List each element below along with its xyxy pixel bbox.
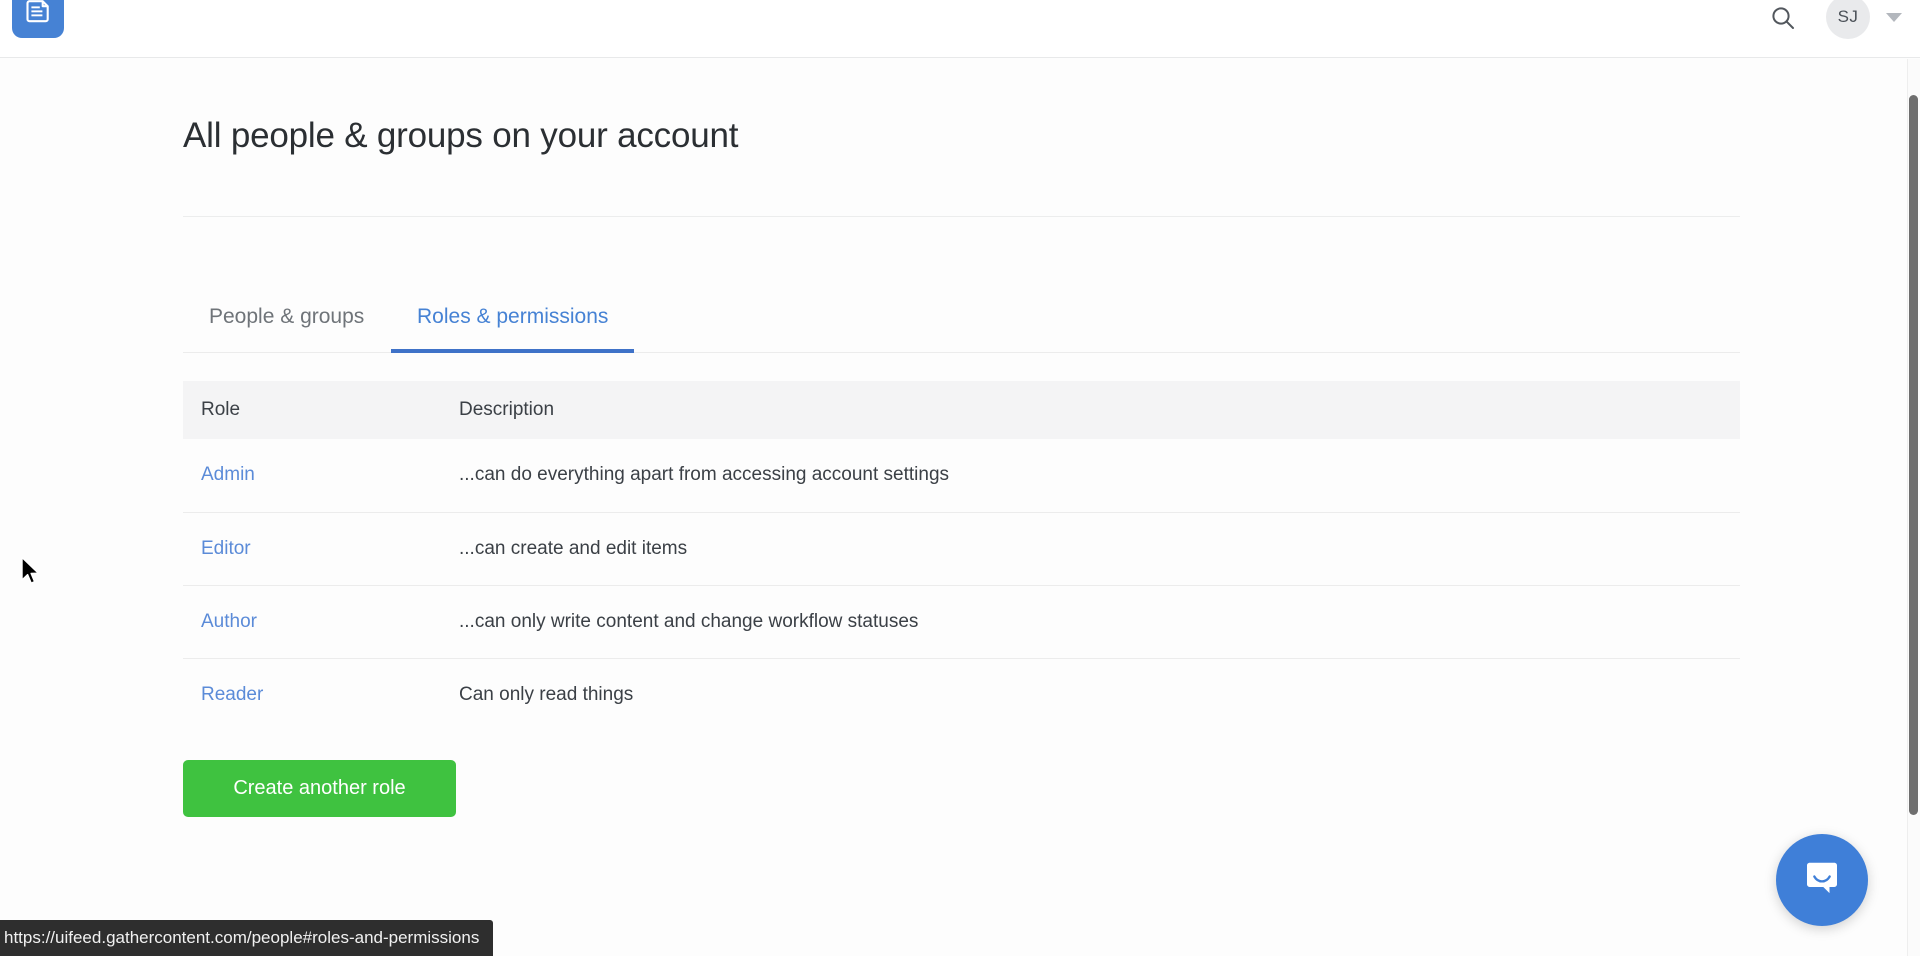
app-header: SJ xyxy=(0,0,1920,58)
scrollbar-thumb[interactable] xyxy=(1909,95,1918,815)
table-row: Reader Can only read things xyxy=(183,658,1740,731)
search-button[interactable] xyxy=(1768,5,1798,35)
cell-role: Admin xyxy=(183,439,441,513)
cell-description: ...can create and edit items xyxy=(441,512,1740,586)
avatar: SJ xyxy=(1826,0,1870,39)
cell-role: Author xyxy=(183,585,441,659)
app-logo[interactable] xyxy=(12,0,64,38)
vertical-scrollbar[interactable] xyxy=(1907,59,1920,956)
search-icon xyxy=(1769,4,1797,37)
column-header-role: Role xyxy=(183,381,441,439)
page-body: All people & groups on your account Peop… xyxy=(0,59,1907,956)
tab-roles-and-permissions[interactable]: Roles & permissions xyxy=(391,281,635,353)
chat-launcher-button[interactable] xyxy=(1776,834,1868,926)
role-link-author[interactable]: Author xyxy=(201,611,257,632)
role-link-reader[interactable]: Reader xyxy=(201,684,263,705)
roles-table: Role Description Admin ...can do everyth… xyxy=(183,381,1740,731)
create-another-role-button[interactable]: Create another role xyxy=(183,760,456,817)
role-link-admin[interactable]: Admin xyxy=(201,464,255,485)
title-divider xyxy=(183,216,1740,217)
column-header-description: Description xyxy=(441,381,1740,439)
cell-role: Editor xyxy=(183,512,441,586)
browser-viewport: SJ All people & groups on your account P… xyxy=(0,0,1920,956)
table-row: Editor ...can create and edit items xyxy=(183,512,1740,586)
document-logo-icon xyxy=(24,0,52,26)
tab-active-underline xyxy=(391,349,635,353)
cell-description: ...can do everything apart from accessin… xyxy=(441,439,1740,513)
cell-role: Reader xyxy=(183,658,441,731)
cell-description: Can only read things xyxy=(459,683,634,705)
page-title: All people & groups on your account xyxy=(183,116,739,155)
tab-label: Roles & permissions xyxy=(417,305,609,328)
cell-description: ...can only write content and change wor… xyxy=(441,585,1740,659)
chat-bubble-icon xyxy=(1799,855,1845,906)
role-link-editor[interactable]: Editor xyxy=(201,538,251,559)
table-row: Author ...can only write content and cha… xyxy=(183,585,1740,659)
chevron-down-icon xyxy=(1886,12,1902,22)
status-bar-url: https://uifeed.gathercontent.com/people#… xyxy=(0,920,494,956)
user-menu[interactable]: SJ xyxy=(1826,0,1902,39)
tab-label: People & groups xyxy=(209,305,365,328)
table-row: Admin ...can do everything apart from ac… xyxy=(183,439,1740,513)
table-header-row: Role Description xyxy=(183,381,1740,439)
tab-people-and-groups[interactable]: People & groups xyxy=(183,281,390,353)
header-actions: SJ xyxy=(1768,0,1902,40)
content-column: All people & groups on your account Peop… xyxy=(183,59,1740,817)
tab-bar: People & groups Roles & permissions xyxy=(183,281,1740,353)
